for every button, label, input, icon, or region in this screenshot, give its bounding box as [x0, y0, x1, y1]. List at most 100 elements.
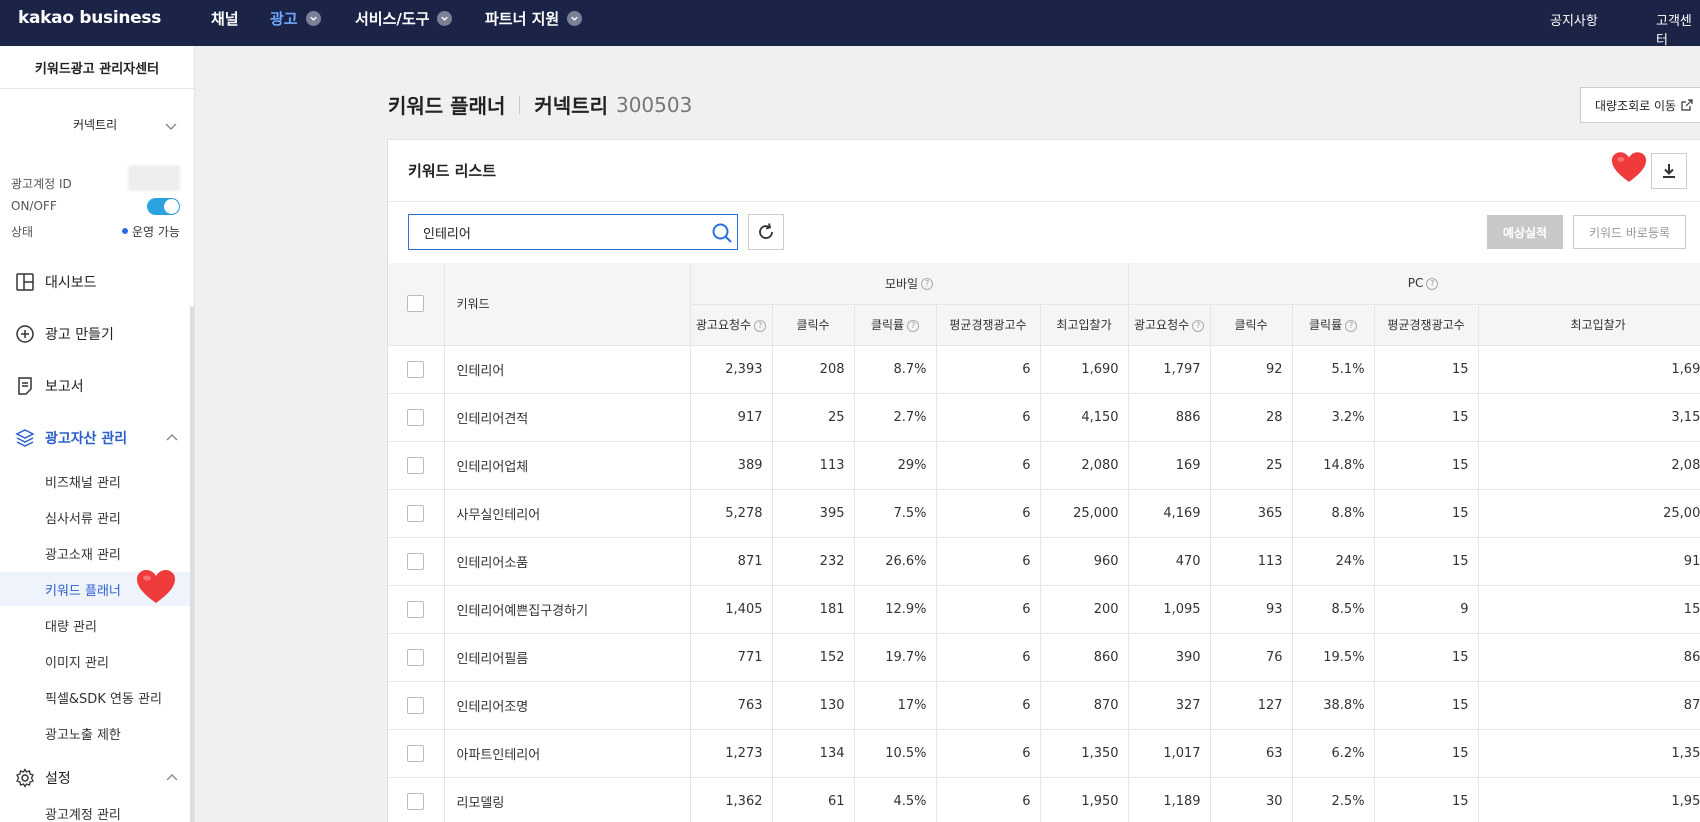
- nav-item-channel[interactable]: 채널: [211, 8, 239, 29]
- sidebar-item-create-ad[interactable]: 광고 만들기: [0, 314, 194, 354]
- row-checkbox[interactable]: [407, 744, 425, 762]
- sidebar-item-dashboard[interactable]: 대시보드: [0, 262, 194, 302]
- notice-link[interactable]: 공지사항: [1550, 10, 1598, 29]
- select-all-cell: [388, 263, 445, 346]
- mobile-impressions-cell: 763: [690, 681, 773, 730]
- row-checkbox[interactable]: [407, 408, 425, 426]
- sidebar-subitem-exposure-limit[interactable]: 광고노출 제한: [0, 716, 190, 750]
- sidebar-subitem-account-manage[interactable]: 광고계정 관리: [0, 798, 190, 822]
- page-account-name: 커넥트리: [534, 94, 608, 118]
- sidebar-subitem-bizchannel[interactable]: 비즈채널 관리: [0, 464, 190, 498]
- row-checkbox[interactable]: [407, 504, 425, 522]
- keyword-column-header: 키워드: [444, 263, 691, 346]
- sidebar-item-ad-assets[interactable]: 광고자산 관리: [0, 418, 194, 458]
- table-row: 인테리어견적917252.7%64,150886283.2%153,150: [388, 393, 1700, 442]
- sidebar-subitem-bulk[interactable]: 대량 관리: [0, 608, 190, 642]
- pc-competition-cell: 15: [1374, 537, 1479, 586]
- mobile-ctr-cell: 26.6%: [854, 537, 937, 586]
- pc-clicks-cell: 76: [1210, 633, 1293, 682]
- mobile-ctr-cell: 2.7%: [854, 393, 937, 442]
- account-selector[interactable]: 커넥트리: [0, 110, 194, 140]
- help-icon[interactable]: ?: [1345, 319, 1358, 332]
- mobile-max-bid-header: 최고입찰가: [1040, 304, 1129, 346]
- keyword-cell: 인테리어필름: [444, 633, 691, 682]
- mobile-competition-cell: 6: [936, 777, 1041, 822]
- pc-competition-cell: 15: [1374, 393, 1479, 442]
- mobile-clicks-cell: 134: [772, 729, 855, 778]
- help-icon[interactable]: ?: [1426, 277, 1439, 290]
- help-icon[interactable]: ?: [754, 319, 767, 332]
- pc-clicks-cell: 93: [1210, 585, 1293, 634]
- refresh-button[interactable]: [748, 214, 784, 250]
- sidebar-subitem-images[interactable]: 이미지 관리: [0, 644, 190, 678]
- table-row: 리모델링1,362614.5%61,9501,189302.5%151,950: [388, 777, 1700, 822]
- row-checkbox[interactable]: [407, 552, 425, 570]
- mobile-max-bid-cell: 200: [1040, 585, 1129, 634]
- row-select-cell: [388, 441, 445, 490]
- external-link-icon: [1681, 99, 1693, 111]
- select-all-checkbox[interactable]: [407, 295, 425, 313]
- mobile-clicks-cell: 113: [772, 441, 855, 490]
- layers-icon: [15, 429, 35, 447]
- pc-max-bid-cell: 3,150: [1478, 393, 1700, 442]
- page-title: 키워드 플래너 커넥트리 300503: [388, 90, 692, 119]
- chevron-up-icon: [166, 774, 178, 781]
- sidebar-subitem-pixel-sdk[interactable]: 픽셀&SDK 연동 관리: [0, 680, 190, 714]
- row-checkbox[interactable]: [407, 456, 425, 474]
- card-title: 키워드 리스트: [408, 162, 497, 180]
- heart-icon: [137, 570, 175, 603]
- row-checkbox[interactable]: [407, 360, 425, 378]
- help-icon[interactable]: ?: [921, 278, 934, 291]
- table-row: 인테리어필름77115219.7%68603907619.5%15860: [388, 633, 1700, 682]
- predict-performance-button[interactable]: 예상실적: [1487, 215, 1563, 249]
- nav-item-partner-support[interactable]: 파트너 지원: [485, 8, 583, 29]
- bulk-lookup-button[interactable]: 대량조회로 이동: [1580, 87, 1700, 123]
- sidebar-subitem-review-docs[interactable]: 심사서류 관리: [0, 500, 190, 534]
- onoff-label: ON/OFF: [11, 199, 57, 213]
- row-checkbox[interactable]: [407, 648, 425, 666]
- mobile-impressions-cell: 389: [690, 441, 773, 490]
- pc-impressions-cell: 390: [1128, 633, 1211, 682]
- row-select-cell: [388, 729, 445, 778]
- mobile-ctr-cell: 19.7%: [854, 633, 937, 682]
- pc-max-bid-header: 최고입찰가: [1478, 304, 1700, 346]
- mobile-competition-cell: 6: [936, 537, 1041, 586]
- pc-impressions-cell: 1,189: [1128, 777, 1211, 822]
- search-icon[interactable]: [711, 222, 733, 244]
- mobile-clicks-cell: 152: [772, 633, 855, 682]
- customer-center-link[interactable]: 고객센터: [1656, 10, 1700, 48]
- sidebar: 키워드광고 관리자센터 커넥트리 광고계정 ID ON/OFF 상태 운영 가능…: [0, 46, 195, 822]
- sidebar-scrollbar[interactable]: [190, 306, 194, 822]
- table-row: 인테리어조명76313017%687032712738.8%15870: [388, 681, 1700, 730]
- row-checkbox[interactable]: [407, 600, 425, 618]
- account-id-masked: [128, 165, 180, 191]
- mobile-competition-cell: 6: [936, 441, 1041, 490]
- mobile-max-bid-cell: 960: [1040, 537, 1129, 586]
- mobile-impressions-cell: 1,362: [690, 777, 773, 822]
- sidebar-subitem-creatives[interactable]: 광고소재 관리: [0, 536, 190, 570]
- kakao-business-logo[interactable]: kakao business: [18, 8, 161, 28]
- pc-max-bid-cell: 150: [1478, 585, 1700, 634]
- sidebar-item-settings[interactable]: 설정: [0, 758, 194, 798]
- pc-max-bid-cell: 870: [1478, 681, 1700, 730]
- keyword-register-button[interactable]: 키워드 바로등록: [1573, 215, 1686, 249]
- row-checkbox[interactable]: [407, 696, 425, 714]
- help-icon[interactable]: ?: [907, 319, 920, 332]
- download-button[interactable]: [1651, 153, 1687, 189]
- nav-item-services-tools[interactable]: 서비스/도구: [355, 8, 453, 29]
- onoff-toggle[interactable]: [147, 198, 180, 215]
- account-name: 커넥트리: [73, 118, 118, 132]
- help-icon[interactable]: ?: [1192, 319, 1205, 332]
- chevron-down-icon: [567, 11, 583, 26]
- sidebar-item-report[interactable]: 보고서: [0, 366, 194, 406]
- pc-max-bid-cell: 2,080: [1478, 441, 1700, 490]
- keyword-search-input[interactable]: [409, 215, 699, 249]
- mobile-ctr-header: 클릭률?: [854, 304, 937, 346]
- pc-group-header: PC?: [1128, 263, 1700, 305]
- keyword-table: 키워드 모바일? PC? 광고요청수? 클릭수 클릭률? 평균경쟁광고수 최고입…: [388, 263, 1700, 822]
- row-checkbox[interactable]: [407, 792, 425, 810]
- pc-max-bid-cell: 1,350: [1478, 729, 1700, 778]
- status-dot: [122, 228, 128, 234]
- nav-item-ads[interactable]: 광고: [270, 8, 321, 29]
- pc-max-bid-cell: 1,690: [1478, 345, 1700, 394]
